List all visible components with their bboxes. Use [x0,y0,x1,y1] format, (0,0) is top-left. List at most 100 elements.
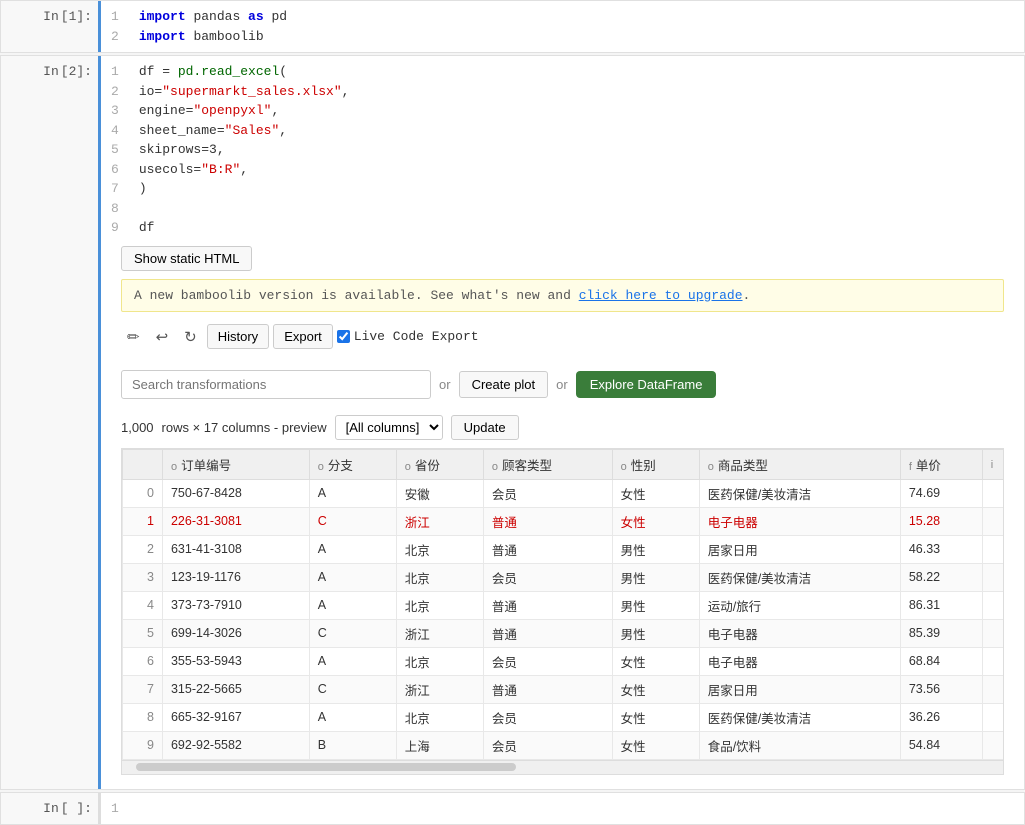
operator: = [217,123,225,138]
cell-gender: 女性 [612,479,699,507]
cell-branch: C [309,675,396,703]
cell-unit-price: 86.31 [900,591,982,619]
table-info-label: rows × 17 columns - preview [162,420,327,435]
cell-extra [982,703,1004,731]
cell-gender: 男性 [612,619,699,647]
cell-2-output: Show static HTML A new bamboolib version… [111,238,1014,783]
cell-gender: 女性 [612,507,699,535]
code-text: df [139,220,155,235]
row-index: 7 [123,675,163,703]
code-line: 1 import pandas as pd [111,7,1014,27]
cell-product-type: 运动/旅行 [699,591,900,619]
create-plot-button[interactable]: Create plot [459,371,549,398]
code-text: usecols [139,162,194,177]
search-row: or Create plot or Explore DataFrame [121,370,1004,399]
live-code-checkbox[interactable] [337,330,350,343]
header-gender: o性别 [612,449,699,479]
cell-extra [982,479,1004,507]
line-num: 3 [111,101,131,121]
code-text: pandas [193,9,248,24]
header-order-id: o订单编号 [162,449,309,479]
cell-empty-prompt: In [ ]: [1,793,101,825]
cell-order-id: 665-32-9167 [162,703,309,731]
header-index [123,449,163,479]
code-line: 2 import bamboolib [111,27,1014,47]
cell-customer-type: 普通 [483,591,612,619]
code-text: sheet_name [139,123,217,138]
operator: ) [139,181,147,196]
columns-select[interactable]: [All columns] [335,415,443,440]
cell-product-type: 食品/饮料 [699,731,900,759]
keyword: import [139,29,186,44]
operator: , [240,162,248,177]
cell-gender: 女性 [612,731,699,759]
cell-extra [982,619,1004,647]
keyword: import [139,9,186,24]
cell-gender: 男性 [612,563,699,591]
cell-customer-type: 会员 [483,703,612,731]
table-row: 5 699-14-3026 C 浙江 普通 男性 电子电器 85.39 [123,619,1005,647]
cell-unit-price: 74.69 [900,479,982,507]
cell-order-id: 315-22-5665 [162,675,309,703]
cell-1-code: 1 import pandas as pd 2 import bamboolib [111,7,1014,46]
row-count: 1,000 [121,420,154,435]
upgrade-text-2: . [743,288,751,303]
pencil-button[interactable]: ✏ [121,324,146,350]
cell-empty-content[interactable]: 1 [101,793,1024,825]
line-num: 6 [111,160,131,180]
cell-extra [982,675,1004,703]
cell-order-id: 355-53-5943 [162,647,309,675]
undo-button[interactable]: ↩ [150,324,175,350]
cell-province: 浙江 [396,507,483,535]
row-index: 4 [123,591,163,619]
cell-order-id: 373-73-7910 [162,591,309,619]
or-label-1: or [439,377,451,392]
line-num: 9 [111,218,131,238]
table-header: o订单编号 o分支 o省份 o顾客类型 o性别 o商品类型 f单价 i [123,449,1005,479]
export-button[interactable]: Export [273,324,333,349]
horizontal-scrollbar[interactable] [122,760,1003,774]
upgrade-link[interactable]: click here to upgrade [579,288,743,303]
explore-dataframe-button[interactable]: Explore DataFrame [576,371,717,398]
cell-branch: B [309,731,396,759]
upgrade-banner: A new bamboolib version is available. Se… [121,279,1004,312]
header-row: o订单编号 o分支 o省份 o顾客类型 o性别 o商品类型 f单价 i [123,449,1005,479]
operator: =3, [201,142,224,157]
redo-button[interactable]: ↻ [178,324,203,350]
cell-order-id: 699-14-3026 [162,619,309,647]
cell-unit-price: 46.33 [900,535,982,563]
dataframe-table-wrapper: o订单编号 o分支 o省份 o顾客类型 o性别 o商品类型 f单价 i [121,448,1004,775]
cell-customer-type: 会员 [483,479,612,507]
or-label-2: or [556,377,568,392]
cell-province: 北京 [396,591,483,619]
row-index: 5 [123,619,163,647]
cell-product-type: 居家日用 [699,675,900,703]
table-body: 0 750-67-8428 A 安徽 会员 女性 医药保健/美妆清洁 74.69 [123,479,1005,759]
cell-2-num: [2]: [61,64,92,79]
row-index: 2 [123,535,163,563]
cell-customer-type: 普通 [483,619,612,647]
cell-unit-price: 15.28 [900,507,982,535]
cell-product-type: 居家日用 [699,535,900,563]
header-extra: i [982,449,1004,479]
cell-2-content[interactable]: 1 df = pd.read_excel( 2 io="supermarkt_s… [101,56,1024,789]
update-button[interactable]: Update [451,415,519,440]
live-code-text: Live Code Export [354,329,479,344]
operator: = [162,64,178,79]
row-index: 9 [123,731,163,759]
code-text: io [139,84,155,99]
cell-order-id: 750-67-8428 [162,479,309,507]
table-row: 7 315-22-5665 C 浙江 普通 女性 居家日用 73.56 [123,675,1005,703]
line-num: 2 [111,27,131,47]
scrollbar-thumb[interactable] [136,763,516,771]
show-static-html-button[interactable]: Show static HTML [121,246,252,271]
cell-province: 浙江 [396,675,483,703]
cell-branch: C [309,619,396,647]
search-transformations-input[interactable] [121,370,431,399]
code-line: 6 usecols="B:R", [111,160,1014,180]
dataframe-table: o订单编号 o分支 o省份 o顾客类型 o性别 o商品类型 f单价 i [122,449,1004,760]
table-row: 3 123-19-1176 A 北京 会员 男性 医药保健/美妆清洁 58.22 [123,563,1005,591]
header-unit-price: f单价 [900,449,982,479]
cell-1-content[interactable]: 1 import pandas as pd 2 import bamboolib [101,1,1024,52]
history-button[interactable]: History [207,324,269,349]
